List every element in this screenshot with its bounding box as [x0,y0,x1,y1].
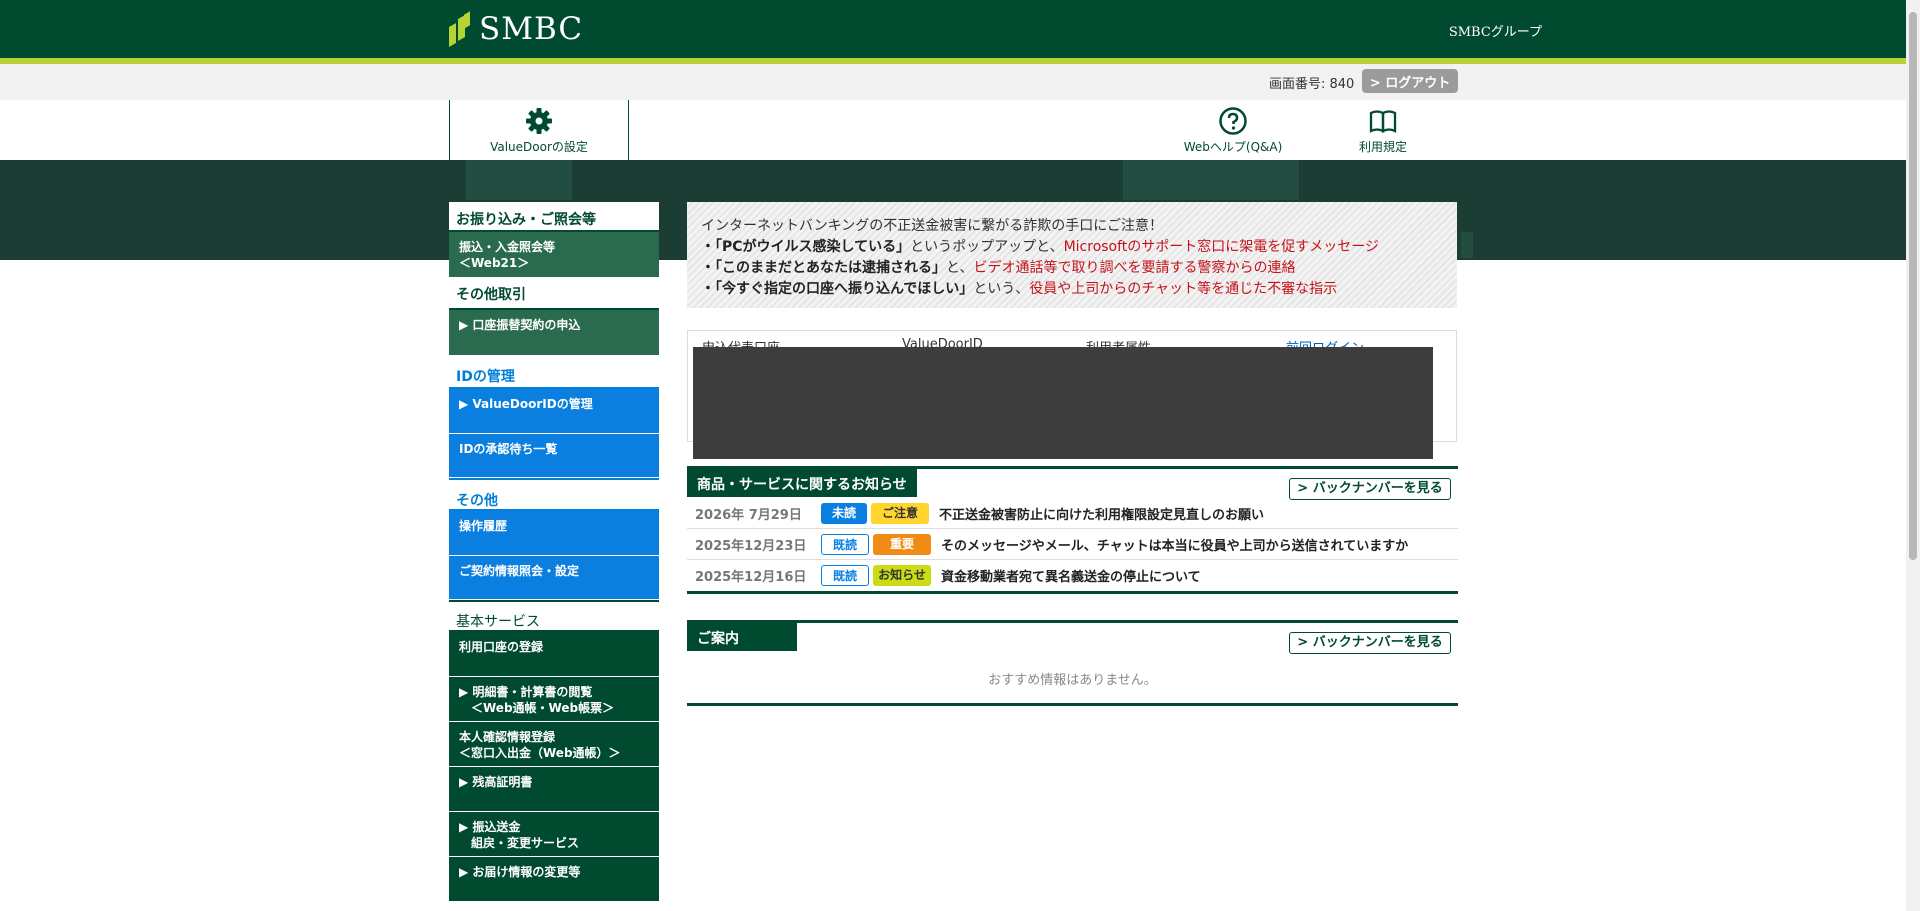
scrollbar-thumb[interactable] [1909,12,1917,560]
news-title[interactable]: 不正送金被害防止に向けた利用権限設定見直しのお願い [939,504,1264,523]
terms-label: 利用規定 [1358,140,1407,154]
book-icon [1369,110,1397,133]
sidebar-item-statements[interactable]: ▶ 明細書・計算書の閲覧 ＜Web通帳・Web帳票＞ [449,677,659,722]
sidebar-item-label: ▶ 残高証明書 [459,775,533,789]
sidebar-item-label: ▶ お届け情報の変更等 [459,865,581,879]
sidebar-item-label: 本人確認情報登録 [459,730,556,744]
gear-icon [526,108,552,134]
smbc-logo[interactable]: SMBC [449,11,584,48]
warning-line: ・「PCがウイルス感染している」というポップアップと、Microsoftのサポー… [701,239,1380,255]
notice-badge: お知らせ [873,564,931,586]
news-title[interactable]: そのメッセージやメール、チャットは本当に役員や上司から送信されていますか [941,535,1408,554]
question-circle-icon [1219,107,1247,135]
guide-section-title: ご案内 [687,623,797,651]
sidebar-item-label: 振込・入金照会等 [459,240,556,254]
sidebar-item-sublabel: ＜窓口入出金（Web通帳）＞ [459,746,621,760]
sidebar-item-contract-info[interactable]: ご契約情報照会・設定 [449,556,659,600]
sidebar-item-remittance[interactable]: ▶ 振込送金 組戻・変更サービス [449,812,659,857]
warning-line: ・「このままだとあなたは逮捕される」と、ビデオ通話等で取り調べを要請する警察から… [701,260,1296,276]
settings-label: ValueDoorの設定 [490,140,588,154]
sidebar-heading-other-transactions: その他取引 [449,278,659,310]
sidebar-item-id-approval[interactable]: IDの承認待ち一覧 [449,434,659,478]
news-row[interactable]: 2025年12月16日 既読 お知らせ 資金移動業者宛て異名義送金の停止について [687,560,1458,590]
page-scrollbar[interactable] [1906,0,1920,911]
caution-badge: ご注意 [871,503,929,524]
news-row[interactable]: 2026年 7月29日 未読 ご注意 不正送金被害防止に向けた利用権限設定見直し… [687,499,1458,529]
product-news-section: 商品・サービスに関するお知らせ > バックナンバーを見る 2026年 7月29日… [687,466,1458,594]
utility-bar [0,64,1906,100]
news-date: 2025年12月16日 [695,569,807,585]
sidebar-item-label: 操作履歴 [459,519,508,533]
help-label: Webヘルプ(Q&A) [1183,140,1283,154]
read-badge: 既読 [821,564,869,586]
sidebar-heading-basic-services: 基本サービス [449,600,659,632]
sidebar-item-transfer-inquiry[interactable]: 振込・入金照会等 ＜Web21＞ [449,232,659,278]
sidebar-item-label: ▶ 振込送金 [459,820,521,834]
brand-name: SMBC [479,11,584,47]
read-badge: 既読 [821,534,869,555]
sidebar-menu: お振り込み・ご照会等 振込・入金照会等 ＜Web21＞ その他取引 ▶ 口座振替… [449,202,659,902]
smbc-group-link[interactable]: SMBCグループ [1449,21,1542,40]
sidebar-heading-id-management: IDの管理 [449,356,659,389]
news-backnumber-button[interactable]: > バックナンバーを見る [1289,478,1451,500]
web-help-button[interactable]: Webヘルプ(Q&A) [1170,100,1296,160]
smbc-leaf-icon [449,11,471,48]
global-header [0,0,1906,58]
valuedoor-settings-button[interactable]: ValueDoorの設定 [449,100,629,160]
news-date: 2025年12月23日 [695,539,807,554]
band-decoration [1461,232,1473,258]
logout-button[interactable]: > ログアウト [1362,69,1458,93]
sidebar-heading-other: その他 [449,478,659,511]
sidebar-item-sublabel: 組戻・変更サービス [459,836,580,850]
redacted-account-details [693,347,1433,459]
sidebar-item-label: ▶ 明細書・計算書の閲覧 [459,685,593,699]
guide-empty-message: おすすめ情報はありません。 [988,673,1157,688]
sidebar-item-valuedoor-id[interactable]: ▶ ValueDoorIDの管理 [449,389,659,434]
warning-line: ・「今すぐ指定の口座へ振り込んでほしい」という、役員や上司からのチャット等を通じ… [701,281,1338,297]
sidebar-item-account-registration[interactable]: 利用口座の登録 [449,632,659,677]
main-nav [0,100,1906,160]
sidebar-item-sublabel: ＜Web21＞ [459,256,530,270]
screen-number: 画面番号: 840 [1269,77,1355,92]
sidebar-item-sublabel: ＜Web通帳・Web帳票＞ [459,701,615,715]
sidebar-item-notification-change[interactable]: ▶ お届け情報の変更等 [449,857,659,902]
sidebar-item-balance-certificate[interactable]: ▶ 残高証明書 [449,767,659,812]
sidebar-item-identity-registration[interactable]: 本人確認情報登録 ＜窓口入出金（Web通帳）＞ [449,722,659,767]
sidebar-item-label: ご契約情報照会・設定 [459,564,580,578]
news-title[interactable]: 資金移動業者宛て異名義送金の停止について [941,566,1201,585]
guide-backnumber-button[interactable]: > バックナンバーを見る [1289,632,1451,654]
sidebar-item-label: ▶ 口座振替契約の申込 [459,318,581,332]
band-decoration [1123,160,1299,200]
news-row[interactable]: 2025年12月23日 既読 重要 そのメッセージやメール、チャットは本当に役員… [687,530,1458,560]
sidebar-item-label: 利用口座の登録 [459,640,544,654]
fraud-warning-notice: インターネットバンキングの不正送金被害に繋がる詐欺の手口にご注意！ ・「PCがウ… [687,202,1457,308]
warning-title: インターネットバンキングの不正送金被害に繋がる詐欺の手口にご注意！ [701,218,1163,234]
news-date: 2026年 7月29日 [695,508,802,523]
sidebar-item-account-transfer[interactable]: ▶ 口座振替契約の申込 [449,310,659,356]
guidance-section: ご案内 > バックナンバーを見る おすすめ情報はありません。 [687,620,1458,706]
news-section-title: 商品・サービスに関するお知らせ [687,469,917,497]
terms-button[interactable]: 利用規定 [1330,100,1436,160]
important-badge: 重要 [873,534,931,555]
band-decoration [466,160,572,200]
unread-badge: 未読 [821,503,867,524]
sidebar-heading-transfer: お振り込み・ご照会等 [449,202,659,232]
sidebar-item-operation-history[interactable]: 操作履歴 [449,511,659,556]
sidebar-item-label: ▶ ValueDoorIDの管理 [459,397,593,411]
sidebar-item-label: IDの承認待ち一覧 [459,442,558,456]
